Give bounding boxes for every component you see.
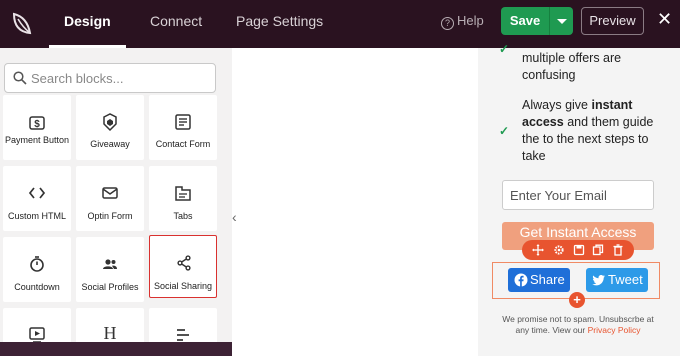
tabs-icon bbox=[175, 186, 191, 201]
help-label: Help bbox=[457, 13, 484, 28]
svg-text:H: H bbox=[104, 323, 117, 342]
block-label: Custom HTML bbox=[7, 211, 66, 221]
envelope-icon bbox=[102, 187, 118, 199]
save-button[interactable]: Save bbox=[501, 7, 549, 35]
block-giveaway[interactable]: Giveaway bbox=[76, 95, 144, 160]
block-label: Giveaway bbox=[90, 139, 130, 149]
question-icon: ? bbox=[441, 17, 454, 30]
block-optin-form[interactable]: Optin Form bbox=[76, 166, 144, 231]
block-label: Payment Button bbox=[4, 135, 70, 145]
checkmark-icon: ✓ bbox=[499, 124, 510, 138]
tab-design-label: Design bbox=[64, 13, 111, 29]
block-custom-html[interactable]: Custom HTML bbox=[3, 166, 71, 231]
top-toolbar: Design Connect Page Settings ? Help Save … bbox=[0, 0, 680, 48]
close-icon[interactable]: ✕ bbox=[657, 9, 672, 30]
block-social-profiles[interactable]: Social Profiles bbox=[76, 237, 144, 302]
gear-icon[interactable] bbox=[553, 244, 565, 256]
block-social-sharing[interactable]: Social Sharing bbox=[149, 235, 217, 298]
block-label: Social Profiles bbox=[81, 282, 139, 292]
tab-page-settings[interactable]: Page Settings bbox=[236, 0, 323, 48]
block-toolbar bbox=[522, 240, 634, 260]
canvas-empty-area bbox=[242, 48, 478, 356]
collapse-panel-chevron-icon[interactable]: ‹ bbox=[232, 208, 242, 228]
heading-icon: H bbox=[104, 323, 117, 342]
block-label: Contact Form bbox=[155, 139, 211, 149]
tweet-label: Tweet bbox=[608, 272, 643, 287]
seedprod-logo-icon[interactable] bbox=[6, 8, 40, 40]
code-icon bbox=[28, 187, 46, 199]
block-label: Tabs bbox=[173, 211, 193, 221]
trash-icon[interactable] bbox=[612, 244, 624, 256]
block-label: Social Sharing bbox=[153, 281, 213, 291]
tab-connect[interactable]: Connect bbox=[150, 0, 202, 48]
search-blocks-input[interactable] bbox=[31, 68, 211, 88]
block-payment-button[interactable]: $ Payment Button bbox=[3, 95, 71, 160]
search-blocks-field[interactable] bbox=[4, 63, 216, 93]
tab-design[interactable]: Design bbox=[49, 0, 126, 48]
search-icon bbox=[13, 71, 27, 85]
stopwatch-icon bbox=[30, 256, 44, 272]
block-label: Optin Form bbox=[87, 211, 133, 221]
bullet-text-2: Always give instant access and them guid… bbox=[522, 97, 672, 165]
save-options-dropdown[interactable] bbox=[549, 7, 573, 35]
duplicate-icon[interactable] bbox=[592, 244, 604, 256]
giveaway-icon bbox=[103, 113, 117, 132]
blocks-panel: $ Payment Button Giveaway Contact Form C… bbox=[0, 48, 232, 356]
block-countdown[interactable]: Countdown bbox=[3, 237, 71, 302]
people-icon bbox=[103, 259, 117, 269]
checkmark-icon: ✓ bbox=[499, 42, 510, 56]
facebook-share-button[interactable]: Share bbox=[508, 268, 570, 292]
contact-form-icon bbox=[175, 114, 191, 130]
block-label: Countdown bbox=[14, 282, 60, 292]
video-icon bbox=[29, 327, 45, 343]
panel-footer-bar bbox=[0, 342, 232, 356]
privacy-policy-link[interactable]: Privacy Policy bbox=[588, 325, 641, 335]
help-link[interactable]: ? Help bbox=[441, 13, 484, 30]
email-input[interactable] bbox=[510, 186, 648, 204]
block-tabs[interactable]: Tabs bbox=[149, 166, 217, 231]
preview-button[interactable]: Preview bbox=[581, 7, 644, 35]
bullet-text-1: multiple offers are confusing bbox=[522, 51, 622, 82]
bullet-text-2-start: Always give bbox=[522, 98, 592, 112]
block-contact-form[interactable]: Contact Form bbox=[149, 95, 217, 160]
spam-disclaimer: We promise not to spam. Unsubscrbe at an… bbox=[500, 314, 656, 336]
share-label: Share bbox=[530, 272, 565, 287]
move-icon[interactable] bbox=[532, 244, 544, 256]
cta-label: Get Instant Access bbox=[519, 224, 637, 240]
add-block-plus-icon[interactable]: + bbox=[569, 292, 585, 308]
email-field[interactable] bbox=[502, 180, 654, 210]
svg-text:$: $ bbox=[34, 119, 40, 130]
twitter-tweet-button[interactable]: Tweet bbox=[586, 268, 648, 292]
share-icon bbox=[177, 255, 191, 271]
facebook-icon bbox=[514, 273, 528, 287]
save-block-icon[interactable] bbox=[573, 244, 585, 256]
dollar-icon: $ bbox=[29, 116, 45, 130]
twitter-bird-icon bbox=[592, 275, 605, 286]
